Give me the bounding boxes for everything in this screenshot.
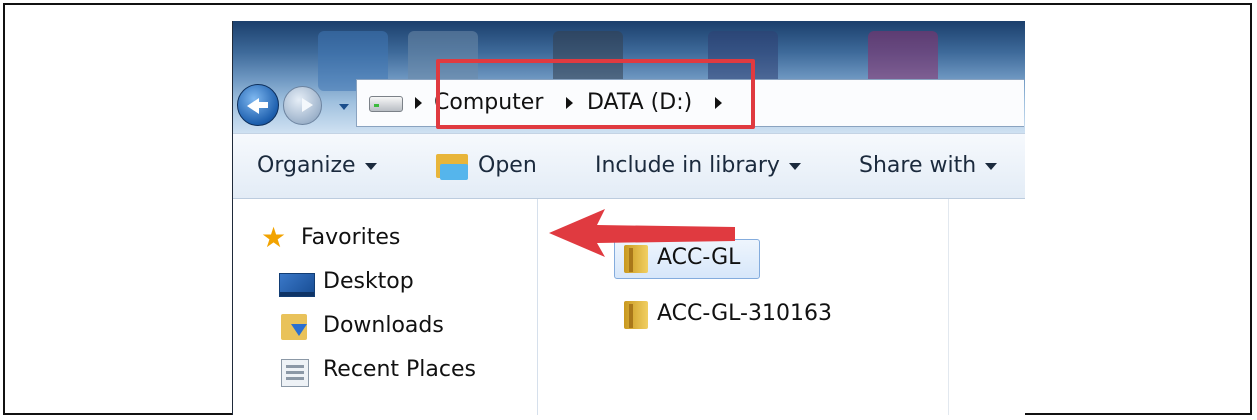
folder-icon <box>624 301 648 329</box>
desktop-icon <box>279 273 315 297</box>
recent-pages-dropdown[interactable] <box>339 104 349 110</box>
nav-item-recent-places[interactable]: Recent Places <box>323 357 476 382</box>
forward-button[interactable] <box>283 86 322 125</box>
command-bar: Organize Open Include in library Share w… <box>233 133 1025 199</box>
chevron-down-icon <box>985 162 998 170</box>
figure-frame: Computer DATA (D:) Organize Open Include… <box>3 3 1252 415</box>
open-folder-icon <box>436 154 468 180</box>
include-in-library-button[interactable]: Include in library <box>595 153 801 178</box>
chevron-down-icon <box>364 162 377 170</box>
column-divider <box>948 199 949 415</box>
open-button[interactable]: Open <box>478 153 537 178</box>
folder-acc-gl-310163[interactable]: ACC-GL-310163 <box>657 301 832 326</box>
drive-icon <box>369 96 403 112</box>
organize-label: Organize <box>257 153 356 178</box>
pointer-arrow <box>549 209 735 257</box>
navigation-pane: ★ Favorites Desktop Downloads Recent Pla… <box>233 199 538 415</box>
nav-favorites[interactable]: Favorites <box>301 225 400 250</box>
recent-places-icon <box>281 359 309 387</box>
address-highlight-box <box>436 59 755 129</box>
downloads-icon <box>281 312 311 342</box>
chevron-down-icon <box>788 162 801 170</box>
include-in-library-label: Include in library <box>595 153 780 178</box>
nav-item-desktop[interactable]: Desktop <box>323 269 414 294</box>
nav-item-downloads[interactable]: Downloads <box>323 313 444 338</box>
star-icon: ★ <box>261 221 287 254</box>
arrow-shape <box>549 209 735 257</box>
share-with-button[interactable]: Share with <box>859 153 998 178</box>
share-with-label: Share with <box>859 153 977 178</box>
organize-button[interactable]: Organize <box>257 153 377 178</box>
chevron-right-icon[interactable] <box>415 97 422 109</box>
back-button[interactable] <box>237 84 279 126</box>
